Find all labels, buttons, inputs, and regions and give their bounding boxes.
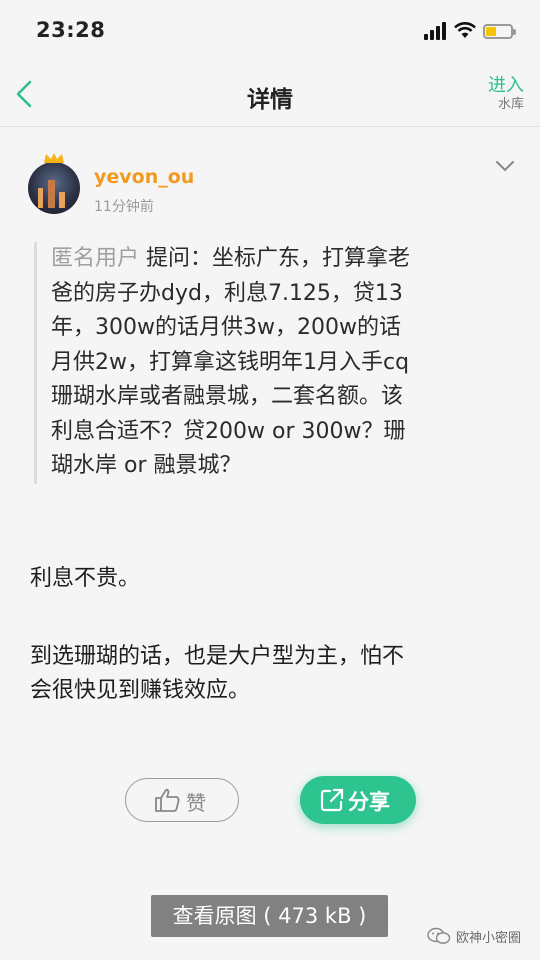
status-time: 23:28 — [36, 18, 106, 42]
watermark-text: 欧神小密圈 — [456, 931, 522, 946]
share-label: 分享 — [348, 790, 390, 814]
thumbs-up-icon — [155, 788, 180, 812]
question-line: 瑚水岸 or 融景城？ — [51, 453, 242, 478]
question-line: 珊瑚水岸或者融景城，二套名额。该 — [51, 384, 404, 409]
question-line: 月供2w，打算拿这钱明年1月入手cq — [51, 349, 410, 375]
page-title: 详情 — [247, 87, 293, 113]
battery-icon — [483, 24, 516, 39]
question-line: 匿名用户 提问：坐标广东，打算拿老 — [51, 246, 411, 271]
share-icon — [320, 788, 344, 812]
avatar[interactable] — [28, 162, 80, 214]
wifi-icon — [454, 22, 476, 38]
enter-button[interactable]: 进入 水库 — [488, 76, 524, 114]
like-button[interactable]: 赞 — [125, 778, 239, 822]
enter-sublabel: 水库 — [497, 97, 524, 112]
post-time: 11分钟前 — [94, 199, 154, 215]
question-line: 年，300w的话月供3w，200w的话 — [51, 315, 401, 340]
question-line: 爸的房子办dyd，利息7.125，贷13 — [51, 280, 403, 306]
answer-paragraph: 到选珊瑚的话，也是大户型为主，怕不 — [30, 644, 405, 669]
share-button[interactable]: 分享 — [300, 776, 416, 824]
wechat-icon — [427, 927, 451, 944]
status-bar: 23:28 — [0, 0, 540, 62]
post-header: yevon_ou 11分钟前 — [0, 148, 540, 218]
username[interactable]: yevon_ou — [94, 166, 194, 188]
crown-icon — [44, 153, 64, 163]
like-label: 赞 — [186, 791, 206, 815]
chevron-down-icon[interactable] — [494, 158, 516, 174]
question-line: 利息合适不？贷200w or 300w？珊 — [51, 418, 406, 444]
nav-bar: 详情 进入 水库 — [0, 62, 540, 127]
answer-paragraph: 会很快见到赚钱效应。 — [30, 678, 251, 703]
anonymous-user-label: 匿名用户 — [51, 246, 140, 271]
view-original-button[interactable]: 查看原图 ( 473 kB ) — [151, 895, 388, 937]
enter-label: 进入 — [488, 75, 524, 96]
answer-body: 利息不贵。 到选珊瑚的话，也是大户型为主，怕不 会很快见到赚钱效应。 — [30, 562, 514, 708]
signal-icon — [424, 22, 448, 40]
answer-paragraph: 利息不贵。 — [30, 566, 141, 591]
quoted-question: 匿名用户 提问：坐标广东，打算拿老 爸的房子办dyd，利息7.125，贷13 年… — [34, 242, 521, 484]
